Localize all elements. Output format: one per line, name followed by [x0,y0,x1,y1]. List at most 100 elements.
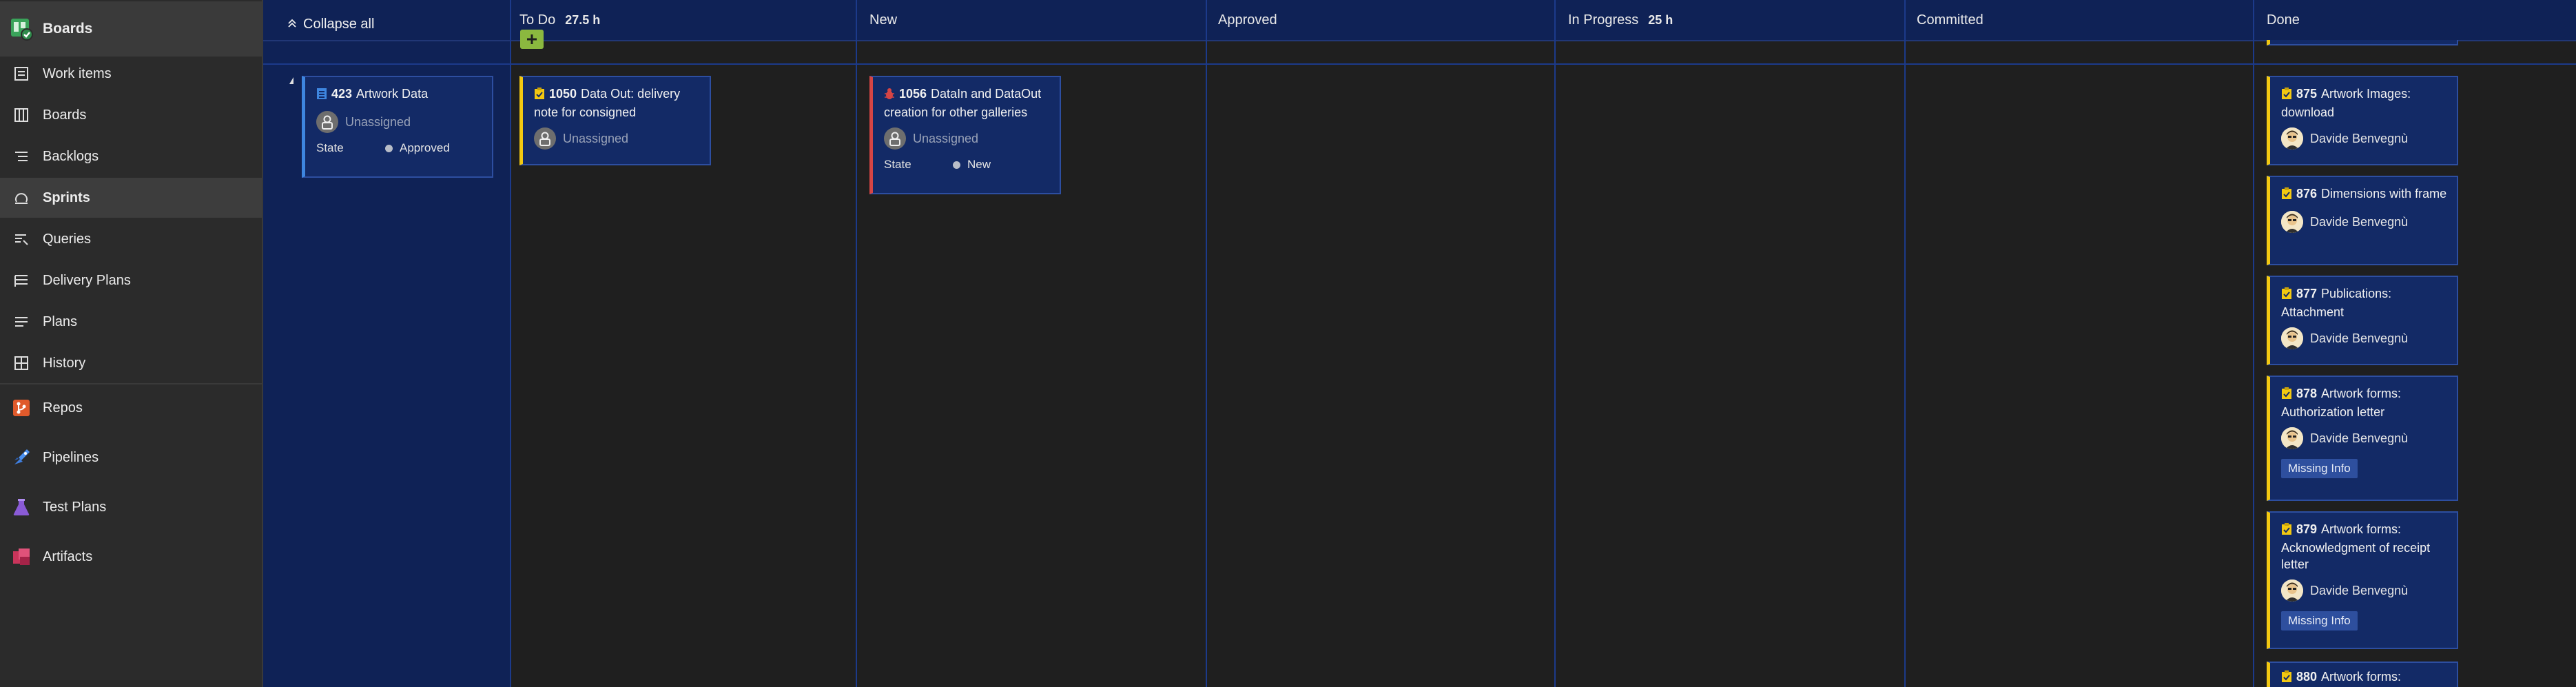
user-avatar [2281,211,2303,233]
nav-item-label: Work items [43,65,112,81]
task-card-878[interactable]: 878 Artwork forms: Authorization letter D… [2267,376,2458,501]
unassigned-avatar-icon [884,127,906,150]
nav-item-label: Test Plans [43,499,107,515]
repos-icon [0,398,43,418]
task-card-875[interactable]: 875 Artwork Images: download Davide Benve… [2267,76,2458,165]
collapse-row-icon[interactable] [289,77,293,84]
nav-item-plans[interactable]: Plans [0,302,262,342]
nav-item-test-plans[interactable]: Test Plans [0,487,262,527]
card-title: 879 Artwork forms: Acknowledgment of rece… [2281,521,2447,573]
card-title: 876 Dimensions with frame [2281,185,2447,204]
card-id: 878 [2296,387,2318,400]
assignee-name: Davide Benvegnù [2310,214,2409,229]
collapse-all-button[interactable]: Collapse all [288,0,374,48]
nav-item-sprints[interactable]: Sprints [0,178,262,218]
nav-divider [0,383,262,384]
column-header-approved: Approved [1218,0,1277,40]
assignee[interactable]: Unassigned [534,127,700,150]
assignee[interactable]: Davide Benvegnù [2281,327,2447,349]
card-id: 1050 [549,87,577,101]
card-title-text[interactable]: Dimensions with frame [2321,187,2446,201]
boards-icon [0,107,43,123]
artifacts-icon [0,547,43,566]
card-id: 877 [2296,287,2318,300]
assignee[interactable]: Unassigned [884,127,1050,150]
backlogs-icon [0,149,43,164]
nav-item-repos[interactable]: Repos [0,388,262,428]
add-task-button[interactable] [520,30,544,49]
card-title: 880 Artwork forms: [2281,668,2447,687]
work-items-icon [0,66,43,81]
card-partial[interactable] [2267,40,2458,45]
test-plans-icon [0,498,43,517]
state-field: State New [884,158,1050,172]
column-header-committed: Committed [1917,0,1983,40]
parent-card[interactable]: 423 Artwork Data Unassigned State Approve… [302,76,493,178]
nav-item-boards[interactable]: Boards [0,95,262,135]
card-title-text[interactable]: Artwork Data [356,87,428,101]
nav-item-delivery-plans[interactable]: Delivery Plans [0,260,262,300]
nav-hub-boards[interactable]: Boards [0,1,262,57]
task-card-877[interactable]: 877 Publications: Attachment Davide Benve… [2267,276,2458,365]
history-icon [0,356,43,371]
nav-item-pipelines[interactable]: Pipelines [0,438,262,478]
boards-hub-icon [0,17,43,41]
assignee[interactable]: Davide Benvegnù [2281,427,2447,449]
task-card-876[interactable]: 876 Dimensions with frame Davide Benvegnù [2267,176,2458,265]
user-avatar [2281,127,2303,150]
state-value[interactable]: New [967,158,991,172]
task-icon [534,88,545,104]
assignee[interactable]: Davide Benvegnù [2281,127,2447,150]
nav-item-history[interactable]: History [0,343,262,383]
task-card-1050[interactable]: 1050 Data Out: delivery note for consigne… [519,76,711,165]
nav-item-label: Boards [43,107,87,123]
nav-item-backlogs[interactable]: Backlogs [0,136,262,176]
user-avatar [2281,580,2303,602]
column-header-new: New [869,0,897,40]
task-icon [2281,670,2292,687]
card-id: 879 [2296,522,2318,536]
card-tag[interactable]: Missing Info [2281,611,2358,630]
nav-hub-label: Boards [43,21,93,37]
assignee-name: Davide Benvegnù [2310,431,2409,445]
column-hours: 25 h [1648,12,1673,27]
nav-item-artifacts[interactable]: Artifacts [0,537,262,577]
nav-item-label: Pipelines [43,449,99,465]
assignee[interactable]: Davide Benvegnù [2281,211,2447,233]
sprints-icon [0,190,43,205]
card-title: 1056 DataIn and DataOut creation for othe… [884,85,1050,121]
column-name: To Do [519,12,556,28]
column-divider [1904,0,1906,687]
user-avatar [2281,327,2303,349]
queries-icon [0,232,43,247]
column-divider [510,0,511,687]
assignee[interactable]: Davide Benvegnù [2281,580,2447,602]
nav-item-label: Repos [43,400,83,416]
task-icon [2281,287,2292,304]
nav-item-queries[interactable]: Queries [0,219,262,259]
card-title: 877 Publications: Attachment [2281,285,2447,320]
plans-icon [0,314,43,329]
task-card-880[interactable]: 880 Artwork forms: [2267,662,2458,687]
column-name: Approved [1218,12,1277,28]
bug-card-1056[interactable]: 1056 DataIn and DataOut creation for othe… [869,76,1061,194]
task-card-879[interactable]: 879 Artwork forms: Acknowledgment of rece… [2267,511,2458,649]
column-name: In Progress [1568,12,1639,28]
nav-item-label: Queries [43,231,92,247]
state-value[interactable]: Approved [400,141,450,155]
nav-item-work-items[interactable]: Work items [0,54,262,94]
card-tag[interactable]: Missing Info [2281,459,2358,478]
task-icon [2281,387,2292,404]
card-id: 880 [2296,670,2318,684]
card-title: 875 Artwork Images: download [2281,85,2447,121]
column-name: Done [2267,12,2300,28]
left-navigation: Boards Work items Boards Backlogs Sprint… [0,0,263,687]
state-dot [953,161,960,169]
column-hours: 27.5 h [565,12,601,27]
card-title-text[interactable]: Artwork forms: [2321,670,2401,684]
assignee-name: Davide Benvegnù [2310,583,2409,597]
assignee[interactable]: Unassigned [316,111,482,133]
pipelines-icon [0,448,43,467]
assignee-name: Unassigned [563,131,629,145]
task-icon [2281,523,2292,540]
